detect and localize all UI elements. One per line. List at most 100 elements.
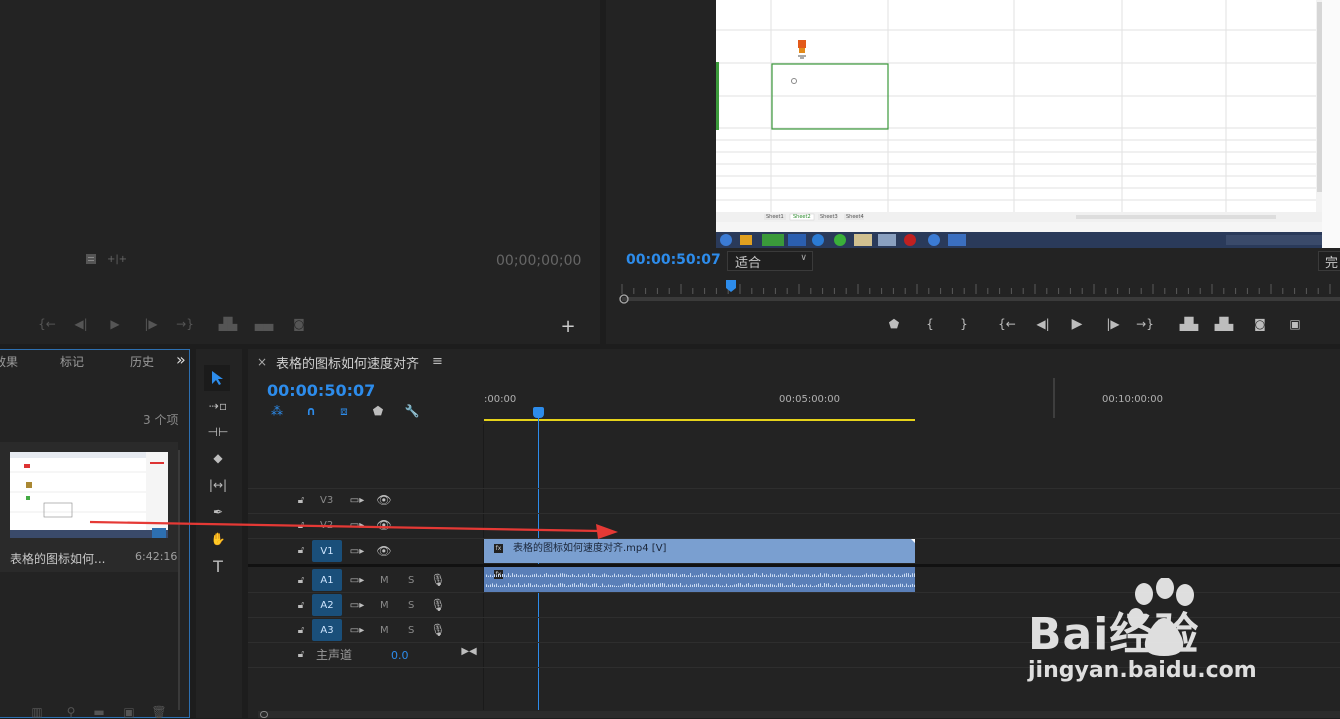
clip-thumbnail-card[interactable]: 表格的图标如何... 6:42:16 [0, 442, 178, 572]
program-timecode[interactable]: 00:00:50:07 [626, 252, 721, 268]
waveform-bar [684, 585, 685, 587]
waveform-bar [682, 574, 683, 577]
lock-icon[interactable]: 🔓︎ [295, 493, 307, 507]
timeline-timecode[interactable]: 00:00:50:07 [267, 381, 375, 400]
zoom-select[interactable]: 适合 ∨ [727, 251, 813, 271]
add-marker-timeline-icon[interactable]: ⬟ [370, 403, 386, 419]
sync-lock-icon[interactable]: ▭▸ [350, 624, 364, 636]
lock-icon[interactable]: 🔓︎ [295, 573, 307, 587]
track-select-tool-icon[interactable]: ⇢▫ [206, 397, 230, 415]
microphone-icon[interactable]: 🎙︎ [430, 623, 445, 637]
lock-icon[interactable]: 🔓︎ [295, 647, 307, 661]
trash-icon[interactable]: 🗑 [151, 705, 166, 719]
audio-clip[interactable]: fx [484, 567, 915, 592]
waveform-bar [530, 575, 531, 577]
tab-effects[interactable]: 效果 [0, 353, 18, 370]
lock-icon[interactable]: 🔓︎ [295, 623, 307, 637]
zoom-select-value: 适合 [735, 256, 762, 271]
step-back-icon[interactable]: ◀| [72, 316, 90, 332]
linked-selection-icon[interactable]: ⧈ [335, 403, 353, 419]
panel-overflow-icon[interactable]: » [176, 350, 186, 369]
track-target-a1[interactable]: A1 [312, 569, 342, 591]
track-target-a2[interactable]: A2 [312, 594, 342, 616]
tab-history[interactable]: 历史 [130, 353, 154, 370]
waveform-bar [808, 585, 809, 587]
timeline-ruler[interactable] [484, 378, 1340, 424]
sync-lock-icon[interactable]: ▭▸ [350, 574, 364, 586]
nest-icon[interactable]: ⁂ [268, 403, 286, 419]
lift-icon[interactable]: ▟▙ [1179, 316, 1199, 332]
drag-audio-icon[interactable]: +|+ [107, 252, 127, 266]
solo-button[interactable]: S [408, 625, 414, 636]
step-forward-icon[interactable]: |▶ [142, 316, 160, 332]
selection-tool-icon[interactable] [204, 365, 230, 391]
solo-button[interactable]: S [408, 575, 414, 586]
wrench-icon[interactable]: 🔧 [403, 403, 421, 419]
search-icon[interactable]: ⚲ [64, 705, 78, 719]
play-program-icon[interactable]: ▶ [1068, 316, 1086, 332]
snap-icon[interactable]: ∩ [302, 403, 320, 419]
eye-icon[interactable]: 👁︎ [376, 493, 392, 507]
add-button-icon[interactable]: + [560, 316, 576, 337]
waveform-bar [742, 573, 743, 577]
waveform-bar [608, 575, 609, 577]
waveform-bar [872, 573, 873, 577]
waveform-bar [722, 574, 723, 577]
insert-icon[interactable]: ▟▙ [218, 316, 238, 332]
lock-icon[interactable]: 🔓︎ [295, 598, 307, 612]
go-to-bound-icon[interactable]: ▶◀ [461, 645, 476, 657]
mute-button[interactable]: M [380, 600, 389, 611]
mute-button[interactable]: M [380, 625, 389, 636]
sequence-menu-icon[interactable]: ≡ [432, 354, 443, 369]
step-forward-frame-icon[interactable]: |▶ [1104, 316, 1122, 332]
new-bin-icon[interactable]: ▬ [92, 705, 106, 719]
sync-lock-icon[interactable]: ▭▸ [350, 599, 364, 611]
go-to-out-icon[interactable]: →} [1136, 316, 1154, 332]
close-sequence-icon[interactable]: × [257, 355, 267, 369]
master-volume-value[interactable]: 0.0 [391, 649, 409, 662]
playhead-handle[interactable] [533, 407, 544, 418]
overwrite-icon[interactable]: ▄▄ [254, 316, 274, 332]
step-back-frame-icon[interactable]: ◀| [1034, 316, 1052, 332]
work-area-bar[interactable] [484, 419, 915, 421]
waveform-bar [606, 574, 607, 577]
program-ruler[interactable] [606, 278, 1340, 304]
mark-in-brace-icon[interactable]: { [922, 316, 938, 332]
play-icon[interactable]: ▶ [106, 316, 124, 332]
sequence-tab-title[interactable]: 表格的图标如何速度对齐 [276, 353, 419, 372]
go-to-in-icon[interactable]: {← [998, 316, 1016, 332]
waveform-bar [788, 585, 789, 587]
panel-scrollbar[interactable] [178, 450, 180, 710]
add-marker-icon[interactable]: ⬟ [886, 316, 902, 332]
slip-tool-icon[interactable]: |↔| [206, 476, 230, 494]
ripple-edit-tool-icon[interactable]: ⊣⊢ [206, 423, 230, 441]
microphone-icon[interactable]: 🎙︎ [430, 573, 445, 587]
clip-name[interactable]: 表格的图标如何... [10, 550, 118, 567]
mute-button[interactable]: M [380, 575, 389, 586]
waveform-bar [764, 574, 765, 577]
razor-tool-icon[interactable]: ◆ [206, 449, 230, 467]
new-item-icon[interactable]: ▣ [122, 705, 136, 719]
camera-icon[interactable]: ◙ [290, 316, 308, 332]
solo-button[interactable]: S [408, 600, 414, 611]
quality-select[interactable]: 完 [1318, 251, 1340, 271]
mark-out-icon[interactable]: →} [176, 316, 194, 332]
scroll-left-handle[interactable] [260, 711, 268, 718]
comparison-view-icon[interactable]: ▣ [1285, 316, 1305, 332]
tab-markers[interactable]: 标记 [60, 353, 84, 370]
waveform-bar [900, 583, 901, 587]
waveform-bar [492, 575, 493, 577]
track-target-a3[interactable]: A3 [312, 619, 342, 641]
list-view-icon[interactable]: ▥ [30, 705, 44, 719]
timeline-horizontal-scrollbar[interactable] [258, 711, 1340, 718]
sync-lock-icon[interactable]: ▭▸ [350, 494, 364, 506]
extract-icon[interactable]: ▟▙ [1214, 316, 1234, 332]
settings-icon[interactable] [84, 252, 98, 266]
track-label-v3[interactable]: V3 [320, 495, 333, 506]
microphone-icon[interactable]: 🎙︎ [430, 598, 445, 612]
type-tool-icon[interactable]: T [206, 557, 230, 576]
annotation-arrow [89, 520, 618, 539]
mark-out-brace-icon[interactable]: } [956, 316, 972, 332]
mark-in-icon[interactable]: {← [38, 316, 56, 332]
export-frame-icon[interactable]: ◙ [1251, 316, 1269, 332]
